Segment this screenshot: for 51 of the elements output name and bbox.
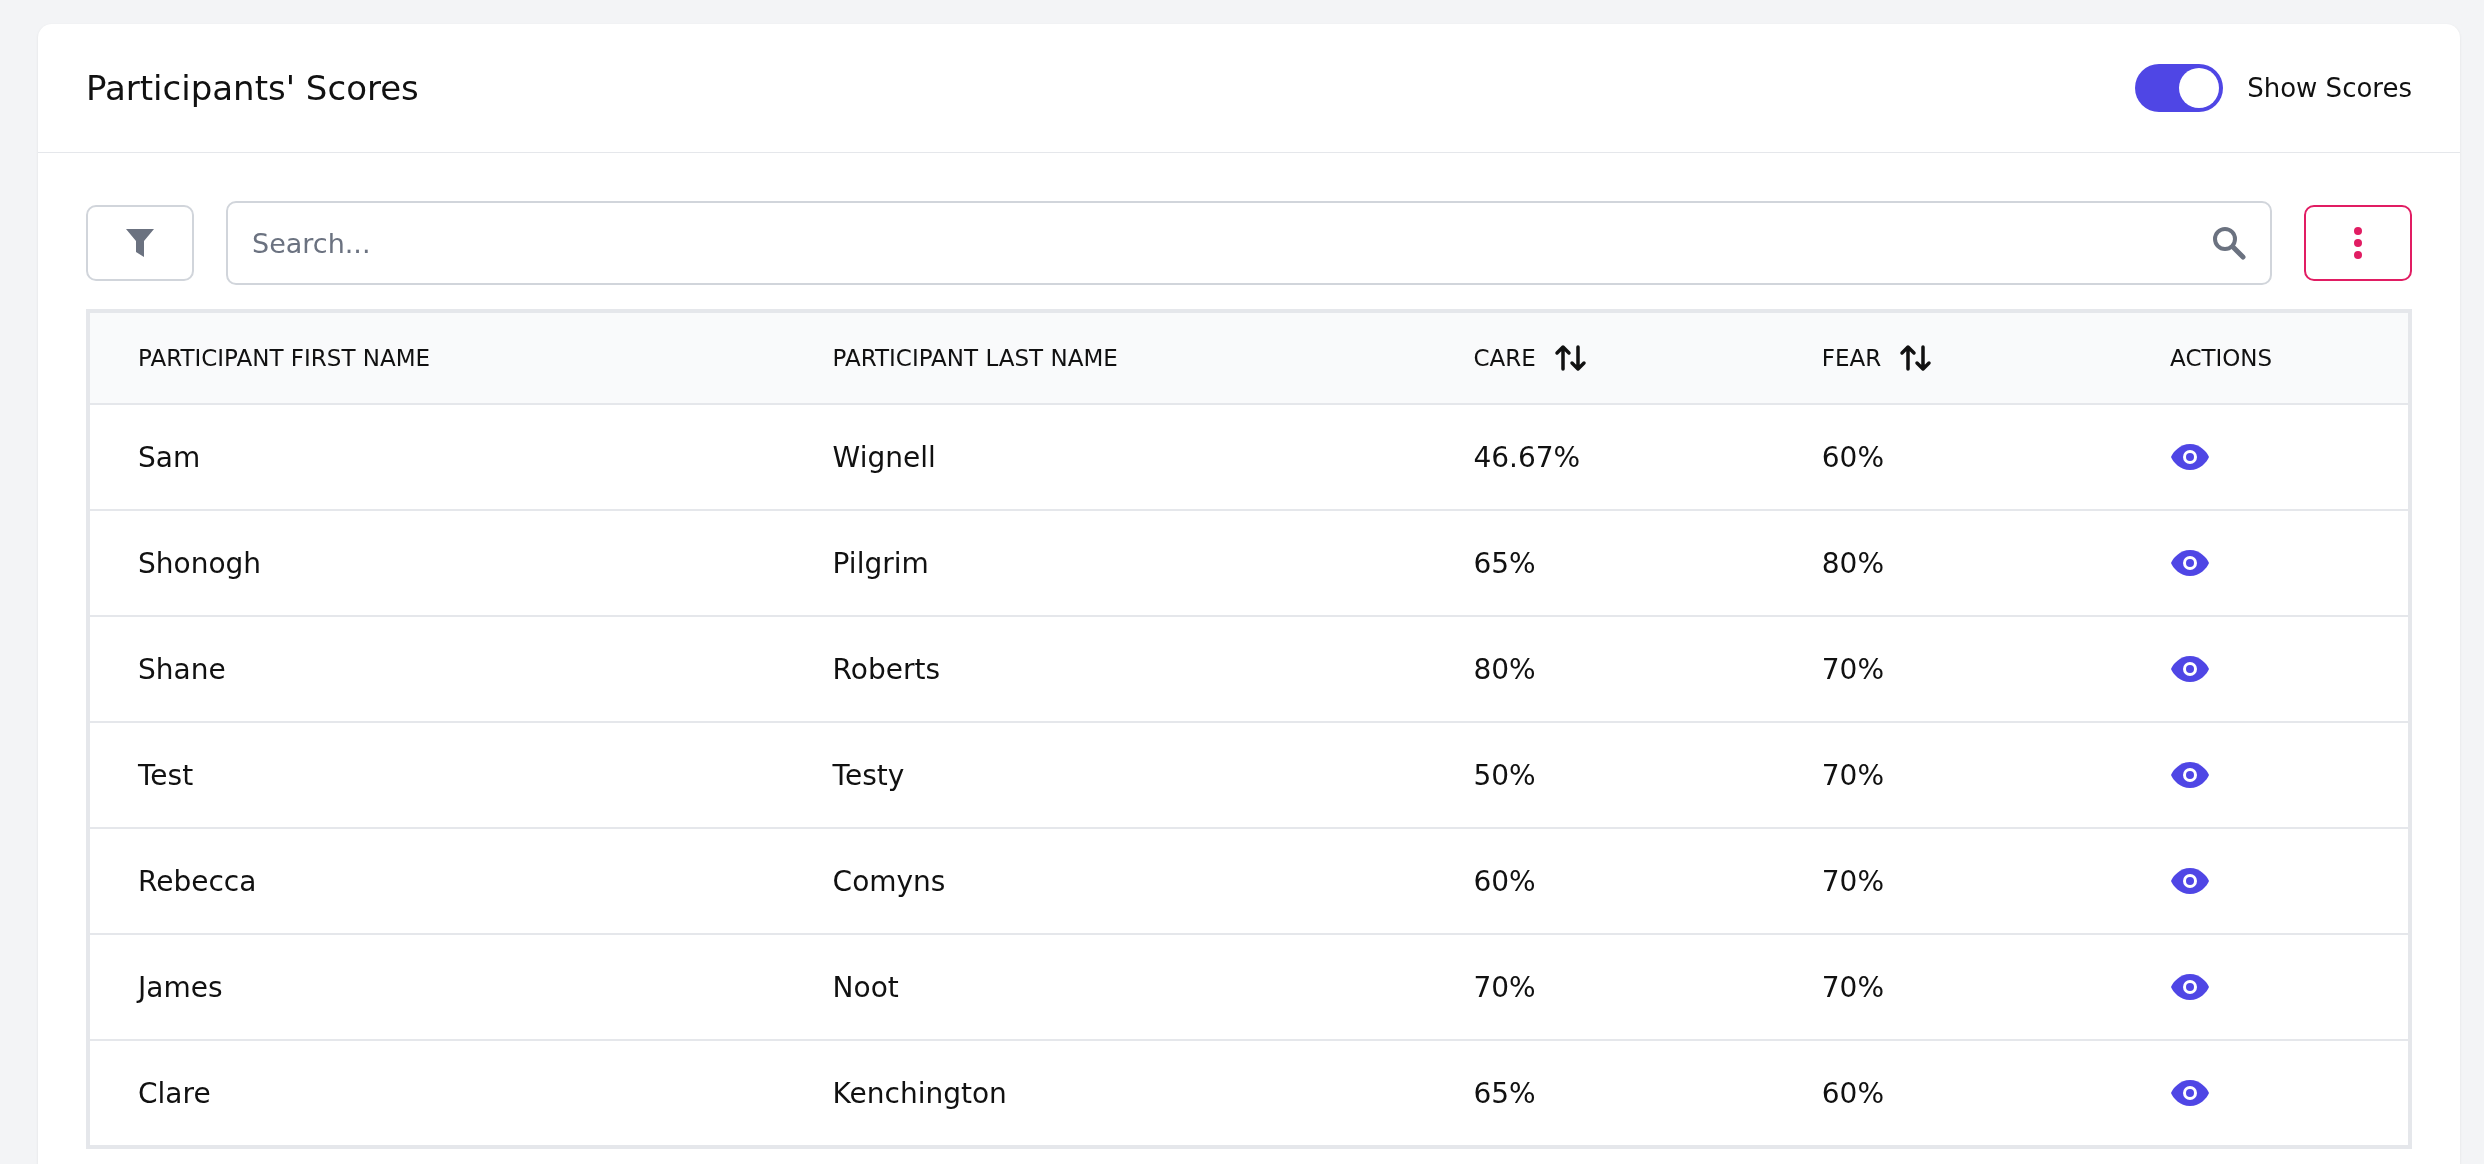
more-options-button[interactable] — [2304, 205, 2412, 281]
kebab-menu-icon — [2353, 226, 2363, 260]
view-eye-icon[interactable] — [2170, 443, 2211, 471]
table-cell: 65% — [1425, 1040, 1774, 1147]
table-cell: 80% — [1425, 616, 1774, 722]
column-header[interactable]: CARE — [1473, 345, 1536, 371]
table-cell: 50% — [1425, 722, 1774, 828]
column-header: PARTICIPANT LAST NAME — [832, 345, 1118, 371]
table-cell: 60% — [1773, 1040, 2123, 1147]
view-eye-icon[interactable] — [2170, 549, 2211, 577]
table-cell: 65% — [1425, 510, 1774, 616]
table-cell: Shane — [88, 616, 785, 722]
table-cell: Test — [88, 722, 785, 828]
page-title: Participants' Scores — [86, 68, 419, 108]
view-eye-icon[interactable] — [2170, 1079, 2211, 1107]
view-eye-icon[interactable] — [2170, 655, 2211, 683]
table-cell: Kenchington — [784, 1040, 1426, 1147]
table-cell: 70% — [1425, 934, 1774, 1040]
table-cell: 46.67% — [1425, 404, 1774, 510]
column-header: PARTICIPANT FIRST NAME — [138, 345, 431, 371]
table-cell: 70% — [1773, 828, 2123, 934]
table-cell: Shonogh — [88, 510, 785, 616]
table-cell: 60% — [1773, 404, 2123, 510]
toggle-label: Show Scores — [2247, 73, 2412, 103]
table-cell: Noot — [784, 934, 1426, 1040]
table-cell: 80% — [1773, 510, 2123, 616]
column-header[interactable]: FEAR — [1821, 345, 1882, 371]
show-scores-toggle[interactable] — [2135, 64, 2224, 112]
table-cell: James — [88, 934, 785, 1040]
sort-icon[interactable] — [1899, 343, 1934, 373]
sort-icon[interactable] — [1553, 343, 1588, 373]
table-cell: 70% — [1773, 934, 2123, 1040]
filter-button[interactable] — [86, 205, 194, 281]
view-eye-icon[interactable] — [2170, 973, 2211, 1001]
table-cell: Comyns — [784, 828, 1426, 934]
table-cell: 70% — [1773, 722, 2123, 828]
table-cell: Testy — [784, 722, 1426, 828]
table-cell: 60% — [1425, 828, 1774, 934]
column-header: ACTIONS — [2170, 345, 2273, 371]
search-field[interactable]: Search... — [226, 201, 2272, 285]
funnel-icon — [125, 227, 155, 259]
search-icon — [2212, 226, 2246, 260]
table-cell: 70% — [1773, 616, 2123, 722]
table-cell: Rebecca — [88, 828, 785, 934]
table-cell: Pilgrim — [784, 510, 1426, 616]
table-cell: Sam — [88, 404, 785, 510]
view-eye-icon[interactable] — [2170, 867, 2211, 895]
table-cell: Roberts — [784, 616, 1426, 722]
view-eye-icon[interactable] — [2170, 761, 2211, 789]
table-cell: Clare — [88, 1040, 785, 1147]
table-cell: Wignell — [784, 404, 1426, 510]
